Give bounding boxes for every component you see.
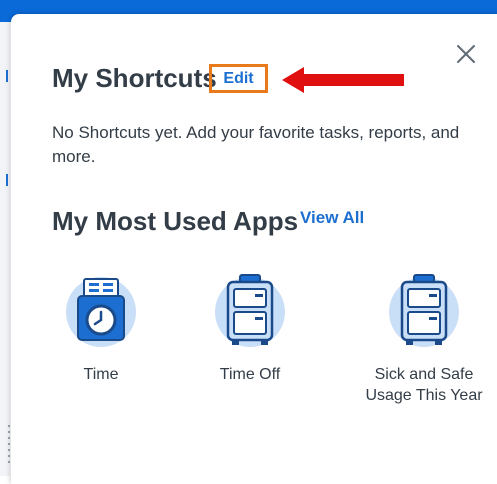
shortcuts-empty-message: No Shortcuts yet. Add your favorite task…	[52, 123, 460, 166]
suitcase-icon	[389, 274, 459, 347]
shortcuts-title: My Shortcuts	[52, 63, 217, 93]
app-tile-time[interactable]: Time	[31, 270, 171, 385]
app-label-time-off: Time Off	[219, 366, 281, 383]
time-clock-icon	[66, 277, 136, 347]
edit-label: Edit	[223, 69, 254, 87]
background-page-edge	[0, 22, 10, 476]
app-tile-sick-and-safe-usage[interactable]: Sick and Safe Usage This Year	[354, 270, 494, 406]
red-arrow-annotation	[282, 67, 404, 93]
background-dots	[8, 425, 10, 465]
app-tile-time-off[interactable]: Time Off	[180, 270, 320, 385]
app-label-time: Time	[83, 366, 119, 383]
background-marker	[6, 174, 8, 186]
edit-shortcuts-button[interactable]: Edit	[209, 64, 268, 93]
background-marker	[6, 70, 8, 82]
most-used-apps-title: My Most Used Apps	[52, 206, 299, 236]
close-icon[interactable]	[455, 43, 477, 65]
suitcase-icon	[215, 274, 285, 347]
view-all-link[interactable]: View All	[300, 208, 364, 228]
app-label-sick-and-safe-usage: Sick and Safe Usage This Year	[365, 366, 483, 404]
